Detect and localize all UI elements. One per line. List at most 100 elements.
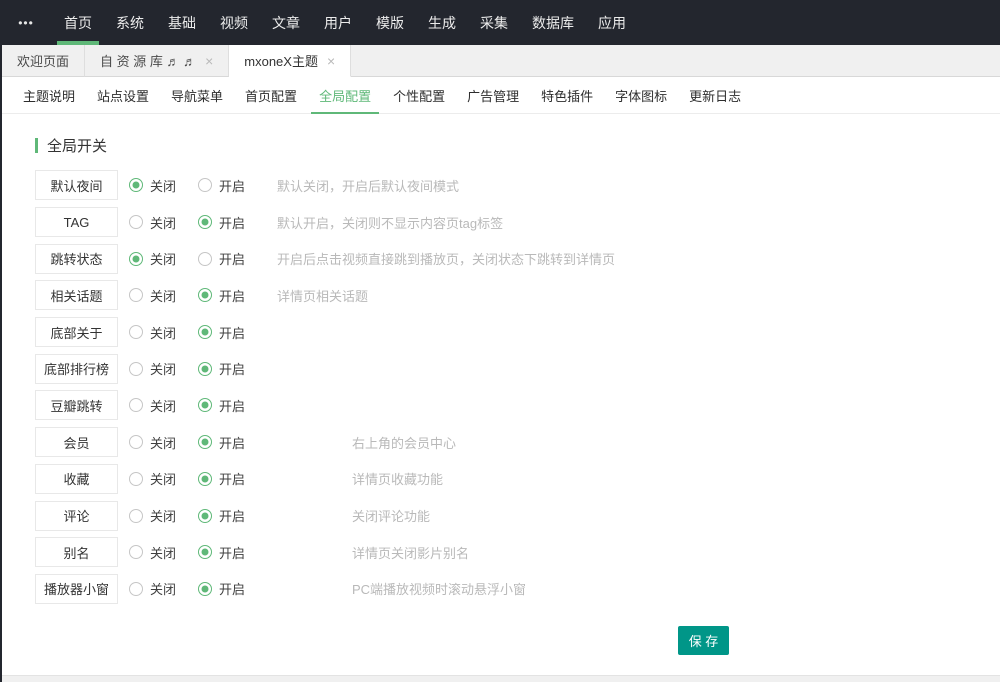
- topbar-nav-item[interactable]: 模版: [369, 0, 411, 45]
- radio-on[interactable]: 开启: [198, 249, 267, 268]
- radio-off[interactable]: 关闭: [129, 469, 198, 488]
- setting-label: 跳转状态: [35, 244, 118, 274]
- topbar-nav-item[interactable]: 用户: [317, 0, 359, 45]
- radio-on[interactable]: 开启: [198, 506, 267, 525]
- radio-on-circle[interactable]: [198, 545, 212, 559]
- tabstrip-tab[interactable]: mxoneX主题 ×: [229, 45, 351, 77]
- radio-off[interactable]: 关闭: [129, 359, 198, 378]
- radio-off[interactable]: 关闭: [129, 213, 198, 232]
- radio-on[interactable]: 开启: [198, 359, 267, 378]
- topbar-nav-item[interactable]: 首页: [57, 0, 99, 45]
- radio-off[interactable]: 关闭: [129, 506, 198, 525]
- topbar-nav-item[interactable]: 基础: [161, 0, 203, 45]
- radio-on[interactable]: 开启: [198, 286, 267, 305]
- subnav-tab[interactable]: 个性配置: [383, 77, 455, 113]
- radio-off-circle[interactable]: [129, 178, 143, 192]
- save-button[interactable]: 保 存: [678, 626, 729, 655]
- radio-on-circle[interactable]: [198, 435, 212, 449]
- radio-off-circle[interactable]: [129, 582, 143, 596]
- radio-on-circle[interactable]: [198, 582, 212, 596]
- radio-off[interactable]: 关闭: [129, 286, 198, 305]
- close-icon[interactable]: ×: [205, 54, 213, 68]
- radio-off[interactable]: 关闭: [129, 433, 198, 452]
- radio-on-circle[interactable]: [198, 509, 212, 523]
- radio-off-circle[interactable]: [129, 435, 143, 449]
- setting-row: 豆瓣跳转 关闭 开启: [35, 387, 1000, 424]
- setting-label: 底部排行榜: [35, 354, 118, 384]
- radio-on[interactable]: 开启: [198, 396, 267, 415]
- subnav-tab[interactable]: 特色插件: [531, 77, 603, 113]
- close-icon[interactable]: ×: [327, 54, 335, 68]
- radio-on-circle[interactable]: [198, 398, 212, 412]
- radio-off-circle[interactable]: [129, 362, 143, 376]
- tabstrip-filler: [351, 45, 1000, 77]
- bottom-strip: [2, 675, 1000, 682]
- radio-off[interactable]: 关闭: [129, 543, 198, 562]
- radio-on-circle[interactable]: [198, 472, 212, 486]
- radio-on-label: 开启: [219, 176, 245, 195]
- radio-on-circle[interactable]: [198, 362, 212, 376]
- radio-on[interactable]: 开启: [198, 543, 267, 562]
- radio-on-label: 开启: [219, 543, 245, 562]
- radio-off[interactable]: 关闭: [129, 323, 198, 342]
- topbar-nav-item[interactable]: 采集: [473, 0, 515, 45]
- radio-group: 关闭 开启: [129, 433, 267, 452]
- setting-label: 播放器小窗: [35, 574, 118, 604]
- topbar-nav-item[interactable]: 数据库: [525, 0, 581, 45]
- radio-on-circle[interactable]: [198, 178, 212, 192]
- tabstrip-tab[interactable]: 自 资 源 库 ♬ ♬ ×: [85, 45, 229, 77]
- radio-on[interactable]: 开启: [198, 579, 267, 598]
- radio-off-circle[interactable]: [129, 252, 143, 266]
- setting-label: 收藏: [35, 464, 118, 494]
- subnav-tab[interactable]: 广告管理: [457, 77, 529, 113]
- setting-label: 评论: [35, 501, 118, 531]
- settings-rows: 默认夜间 关闭 开启 默认关闭，开启后默认夜间模式 TAG 关闭 开启 默认开启…: [35, 167, 1000, 607]
- radio-on[interactable]: 开启: [198, 469, 267, 488]
- radio-on-label: 开启: [219, 506, 245, 525]
- tabstrip-tab[interactable]: 欢迎页面: [2, 45, 85, 77]
- topbar-nav-item[interactable]: 文章: [265, 0, 307, 45]
- radio-group: 关闭 开启: [129, 213, 267, 232]
- radio-on-label: 开启: [219, 286, 245, 305]
- topbar-nav-item[interactable]: 系统: [109, 0, 151, 45]
- radio-off[interactable]: 关闭: [129, 176, 198, 195]
- more-menu-icon[interactable]: •••: [0, 0, 52, 45]
- radio-off-circle[interactable]: [129, 545, 143, 559]
- setting-label: 相关话题: [35, 280, 118, 310]
- section-title-text: 全局开关: [47, 135, 107, 156]
- subnav-tab[interactable]: 更新日志: [679, 77, 751, 113]
- radio-on-circle[interactable]: [198, 325, 212, 339]
- radio-off-circle[interactable]: [129, 398, 143, 412]
- radio-off-circle[interactable]: [129, 509, 143, 523]
- main-region: 欢迎页面 自 资 源 库 ♬ ♬ × mxoneX主题 × 主题说明站点设置导航…: [0, 45, 1000, 682]
- topbar-nav-item[interactable]: 视频: [213, 0, 255, 45]
- subnav-tab[interactable]: 站点设置: [87, 77, 159, 113]
- setting-description: 详情页收藏功能: [352, 469, 443, 488]
- subnav-tab[interactable]: 字体图标: [605, 77, 677, 113]
- radio-group: 关闭 开启: [129, 359, 267, 378]
- subnav-tab[interactable]: 导航菜单: [161, 77, 233, 113]
- topbar-nav-item[interactable]: 生成: [421, 0, 463, 45]
- radio-off-circle[interactable]: [129, 325, 143, 339]
- subnav-tab[interactable]: 首页配置: [235, 77, 307, 113]
- subnav-tab[interactable]: 主题说明: [13, 77, 85, 113]
- radio-on[interactable]: 开启: [198, 213, 267, 232]
- setting-description: PC端播放视频时滚动悬浮小窗: [352, 579, 526, 598]
- radio-on[interactable]: 开启: [198, 323, 267, 342]
- radio-off-circle[interactable]: [129, 215, 143, 229]
- topbar-nav-item[interactable]: 应用: [591, 0, 633, 45]
- radio-on-circle[interactable]: [198, 215, 212, 229]
- radio-on[interactable]: 开启: [198, 433, 267, 452]
- radio-on-label: 开启: [219, 433, 245, 452]
- radio-on-circle[interactable]: [198, 252, 212, 266]
- radio-off[interactable]: 关闭: [129, 396, 198, 415]
- radio-on-circle[interactable]: [198, 288, 212, 302]
- radio-group: 关闭 开启: [129, 323, 267, 342]
- radio-off[interactable]: 关闭: [129, 579, 198, 598]
- subnav-tab[interactable]: 全局配置: [309, 77, 381, 113]
- radio-off-circle[interactable]: [129, 288, 143, 302]
- radio-on[interactable]: 开启: [198, 176, 267, 195]
- radio-off[interactable]: 关闭: [129, 249, 198, 268]
- radio-off-circle[interactable]: [129, 472, 143, 486]
- radio-off-label: 关闭: [150, 506, 176, 525]
